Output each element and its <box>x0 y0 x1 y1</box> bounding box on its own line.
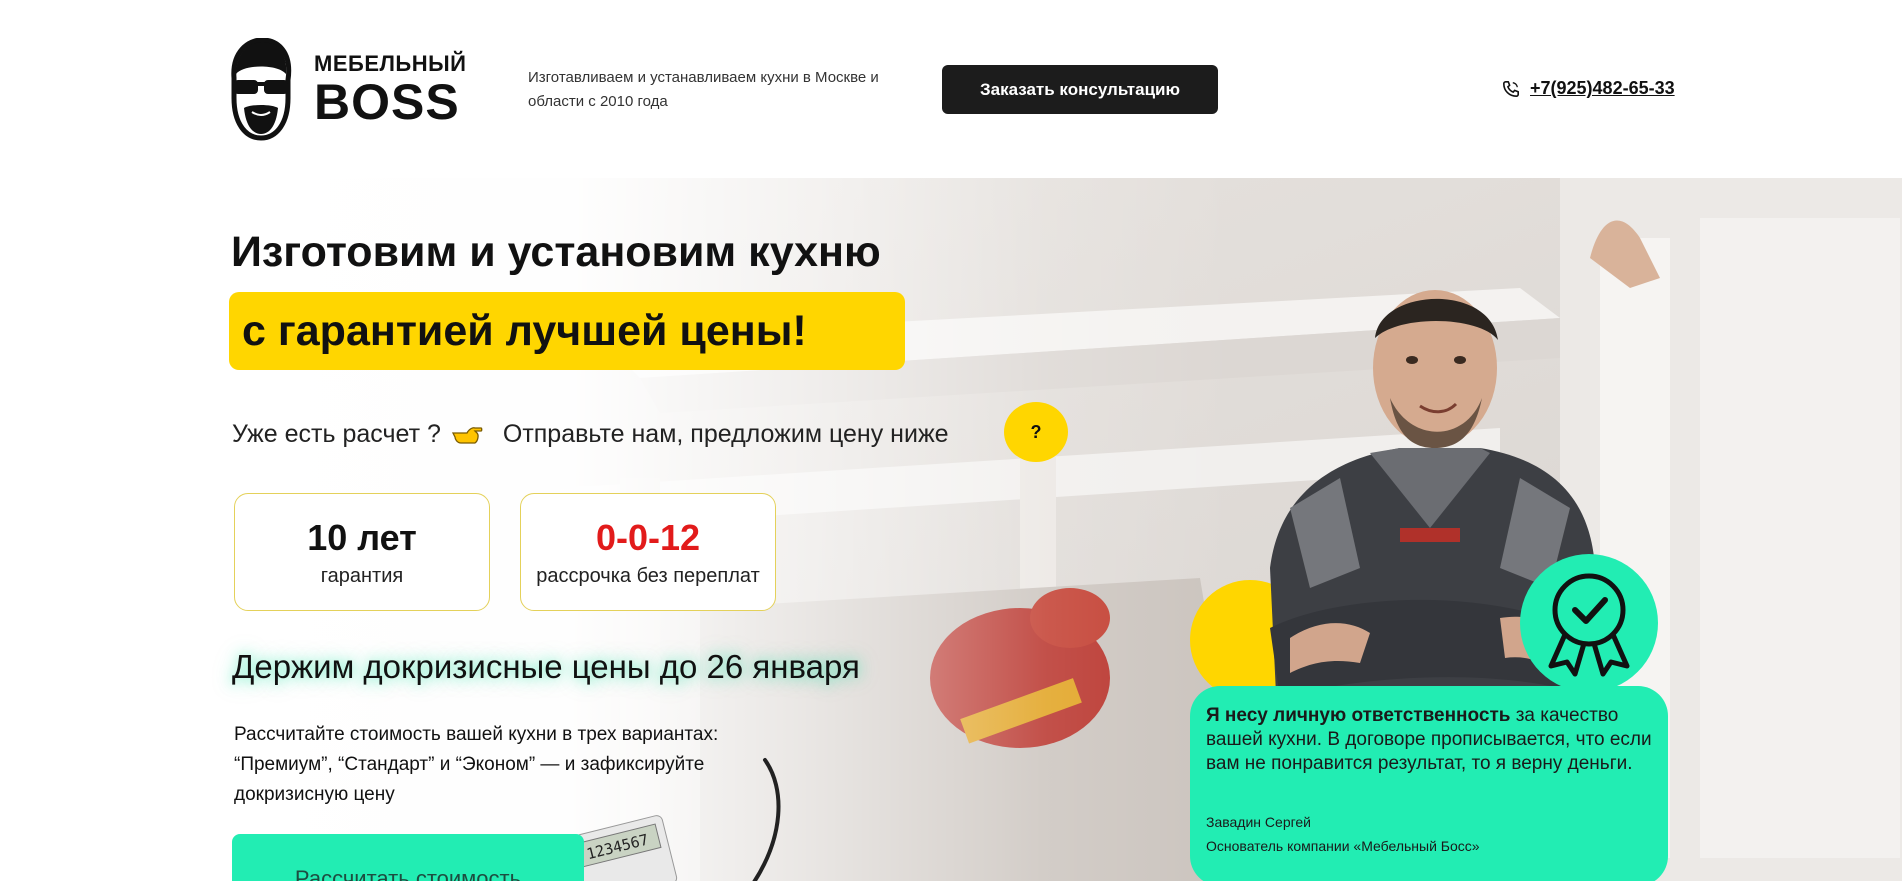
founder-quote: Я несу личную ответственность за качеств… <box>1190 686 1668 881</box>
award-ribbon-icon <box>1548 573 1630 677</box>
logo-title-small: МЕБЕЛЬНЫЙ <box>314 51 467 76</box>
existing-calc-question: Уже есть расчет ? <box>232 420 441 448</box>
hero-title: Изготовим и установим кухню <box>231 228 881 276</box>
send-calc-offer: Отправьте нам, предложим цену ниже <box>502 420 949 448</box>
logo-title-big: BOSS <box>314 74 460 130</box>
pointing-hand-icon <box>451 426 483 444</box>
calculate-cost-button[interactable]: Рассчитать стоимость <box>232 834 584 881</box>
quote-text: Я несу личную ответственность за качеств… <box>1206 704 1652 776</box>
phone-number-link[interactable]: +7(925)482-65-33 <box>1530 78 1675 99</box>
boss-face-icon <box>231 38 292 141</box>
installment-card: 0-0-12 рассрочка без переплат <box>520 493 776 611</box>
warranty-label: гарантия <box>320 564 404 587</box>
hero-title-highlight: с гарантией лучшей цены! <box>229 292 905 370</box>
warranty-card: 10 лет гарантия <box>234 493 490 611</box>
quality-badge <box>1520 554 1658 692</box>
installment-value: 0-0-12 <box>595 516 701 558</box>
help-button[interactable]: ? <box>1004 402 1068 462</box>
founder-name: Завадин Сергей <box>1206 814 1312 830</box>
installment-label: рассрочка без переплат <box>536 564 760 587</box>
logo[interactable]: МЕБЕЛЬНЫЙ BOSS <box>228 38 466 142</box>
calculator-image: 1234567 <box>564 758 781 881</box>
founder-role: Основатель компании «Мебельный Босс» <box>1206 838 1480 854</box>
pre-crisis-prices-heading: Держим докризисные цены до 26 января <box>232 648 860 685</box>
order-consultation-button[interactable]: Заказать консультацию <box>942 65 1218 114</box>
quote-bold: Я несу личную ответственность <box>1206 705 1511 726</box>
existing-calc-row: Уже есть расчет ? Отправьте нам, предлож… <box>232 420 949 449</box>
warranty-value: 10 лет <box>307 516 417 558</box>
hero-section: Изготовим и установим кухню с гарантией … <box>0 178 1902 881</box>
phone-icon <box>1502 80 1520 97</box>
phone-contact[interactable]: +7(925)482-65-33 <box>1502 78 1675 99</box>
site-header: МЕБЕЛЬНЫЙ BOSS Изготавливаем и устанавли… <box>0 0 1902 178</box>
company-tagline: Изготавливаем и устанавливаем кухни в Мо… <box>528 69 879 110</box>
